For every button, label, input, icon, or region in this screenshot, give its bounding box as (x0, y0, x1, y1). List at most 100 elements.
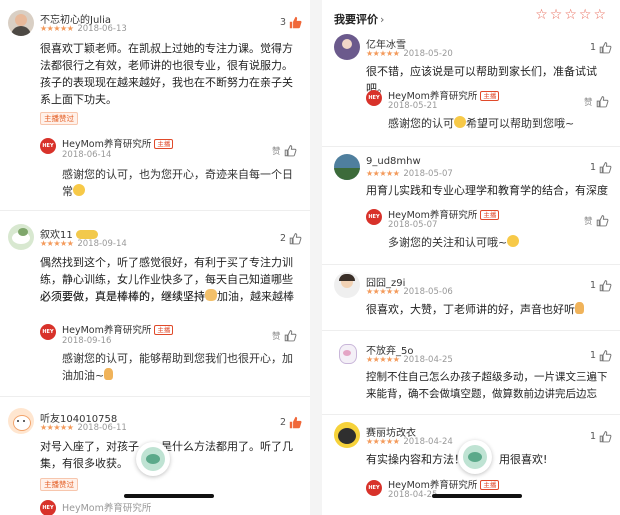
heymom-logo: HEY (40, 500, 56, 515)
reply-like-button[interactable]: 赞 (272, 329, 297, 342)
thumb-emoji-icon (104, 368, 114, 380)
comment-body-tail: 必须要做，真是棒棒的，继续坚持 加油，越来越棒 (40, 288, 310, 305)
reply-date: 2018-04-25 (388, 490, 438, 500)
thumbs-up-icon (599, 431, 612, 443)
like-button[interactable]: 1 (590, 161, 612, 174)
comment-meta: ★★★★★ 2018-05-07 (366, 169, 453, 179)
reply-like-button[interactable]: 赞 (584, 214, 609, 227)
write-review-link[interactable]: 我要评价 › (334, 11, 384, 27)
comment-line: 用很喜欢! (499, 453, 548, 466)
reply-body: 多谢您的关注和认可哦~ (388, 234, 616, 251)
divider (322, 264, 620, 265)
comment-body: 很喜欢丁颖老师。在凯叔上过她的专注力课。觉得方 法都很行之有效，老师讲的也很专业… (40, 40, 310, 108)
comment-meta: ★★★★★ 2018-04-24 (366, 437, 453, 447)
right-review-panel: 我要评价 › ☆☆☆☆☆ 亿年冰雪 ★★★★★ 2018-05-20 1 很不错，应… (322, 0, 620, 515)
reply-author[interactable]: HeyMom养育研究所 主播 (388, 207, 500, 221)
vip-badge-icon (75, 230, 98, 239)
comment-line: 控制不住自己怎么办孩子超级多动，一片课文三遍下 (366, 371, 608, 383)
reply-author-name: HeyMom养育研究所 (62, 325, 152, 336)
reply-body: 感谢您的认可，能够帮助到您我们也很开心，加 油加油~ (62, 350, 310, 384)
like-button[interactable]: 1 (590, 430, 612, 443)
thumbs-up-icon (284, 145, 296, 157)
thumbs-up-icon (289, 416, 302, 429)
user-avatar[interactable] (8, 224, 34, 250)
thumbs-up-icon (284, 330, 296, 342)
thumbs-up-icon (289, 16, 302, 29)
user-avatar[interactable] (334, 272, 360, 298)
reply-line: 感谢您的认可 (388, 117, 454, 130)
comment-meta: ★★★★★ 2018-04-25 (366, 355, 453, 365)
comment-line: 练，静心训练，女儿作业快多了，每天自己知道哪些 (40, 273, 293, 286)
reply-author[interactable]: HeyMom养育研究所 (62, 500, 151, 514)
like-count: 1 (589, 42, 596, 53)
like-label: 赞 (272, 146, 281, 157)
thumbs-up-icon (599, 280, 612, 292)
reply-like-button[interactable]: 赞 (584, 95, 609, 108)
reply-date: 2018-05-07 (388, 220, 438, 230)
comment-date: 2018-06-13 (77, 24, 127, 34)
comment-line: 很喜欢，大赞，丁老师讲的好，声音也好听 (366, 303, 575, 316)
like-button[interactable]: 1 (590, 279, 612, 292)
reply-line: 多谢您的关注和认可哦~ (388, 236, 508, 249)
official-badge: 主播 (154, 139, 174, 149)
home-indicator (124, 494, 214, 498)
heymom-logo: HEY (40, 138, 56, 154)
user-avatar[interactable] (8, 408, 34, 434)
thumbs-up-icon (599, 350, 612, 362)
comment-line: 很喜欢丁颖老师。在凯叔上过她的专注力课。觉得方 (40, 42, 293, 55)
comment-body: 控制不住自己怎么办孩子超级多动，一片课文三遍下 来能背，确不会做填空题，做算数前… (366, 369, 620, 403)
comment-line: 对号入座了，对孩子 (40, 440, 139, 453)
floating-player-button[interactable] (458, 440, 492, 474)
comment-body: 对号入座了，对孩子 是什么方法都用了。听了几 集，有很多收获。 (40, 438, 310, 472)
star-icon: ★★★★★ (366, 437, 400, 446)
like-count: 1 (589, 350, 596, 361)
comment-line: 必须要做，真是棒棒的，继续坚持 (40, 290, 205, 303)
thumb-emoji-icon (575, 302, 584, 314)
comment-line: 加油，越来越棒 (217, 290, 294, 303)
clap-emoji-icon (205, 289, 217, 301)
floating-player-button[interactable] (136, 442, 170, 476)
comment-line: 有实操内容和方法！ (366, 453, 465, 466)
reply-body: 感谢您的认可 希望可以帮助到您哦~ (388, 115, 616, 132)
comment-line: 孩子的表现现在越来越好，我也在不断努力在亲子关 (40, 76, 293, 89)
thumbs-up-icon (596, 96, 608, 108)
star-icon: ★★★★★ (40, 239, 74, 248)
comment-meta: ★★★★★ 2018-06-13 (40, 24, 127, 34)
heymom-logo: HEY (366, 90, 382, 106)
reply-author[interactable]: HeyMom养育研究所 主播 (388, 88, 500, 102)
comment-meta: ★★★★★ 2018-05-06 (366, 287, 453, 297)
comment-meta: ★★★★★ 2018-05-20 (366, 49, 453, 59)
like-count: 2 (279, 417, 286, 428)
left-review-panel: 不忘初心的Julia ★★★★★ 2018-06-13 3 很喜欢丁颖老师。在凯叔… (0, 0, 310, 515)
host-liked-badge: 主播赞过 (40, 112, 78, 125)
thumbs-up-icon (599, 162, 612, 174)
comment-line: 来能背，确不会做填空题，做算数前边讲完后边忘 (366, 388, 597, 400)
reply-date: 2018-06-14 (62, 150, 112, 160)
like-label: 赞 (272, 331, 281, 342)
comment-username[interactable]: 9_ud8mhw (366, 156, 421, 167)
reply-author[interactable]: HeyMom养育研究所 主播 (388, 477, 500, 491)
star-icon: ★★★★★ (40, 423, 74, 432)
reply-author[interactable]: HeyMom养育研究所 主播 (62, 136, 174, 150)
smile-emoji-icon (507, 235, 520, 247)
like-button[interactable]: 1 (590, 349, 612, 362)
like-button[interactable]: 2 (280, 232, 302, 245)
comment-date: 2018-05-07 (403, 169, 453, 179)
rating-star-input[interactable]: ☆☆☆☆☆ (535, 7, 608, 23)
like-button[interactable]: 1 (590, 41, 612, 54)
user-avatar[interactable] (334, 34, 360, 60)
comment-line: 法都很行之有效，老师讲的也很专业，很有说服力。 (40, 59, 293, 72)
like-count: 1 (589, 431, 596, 442)
user-avatar[interactable] (334, 422, 360, 448)
like-button[interactable]: 3 (280, 16, 302, 29)
user-avatar[interactable] (334, 340, 360, 366)
thumbs-up-icon (596, 215, 608, 227)
like-button[interactable]: 2 (280, 416, 302, 429)
reply-like-button[interactable]: 赞 (272, 144, 297, 157)
star-icon: ★★★★★ (366, 169, 400, 178)
comment-line: 是什么方法都用了。听了几 (161, 440, 293, 453)
user-avatar[interactable] (8, 10, 34, 36)
reply-author[interactable]: HeyMom养育研究所 主播 (62, 322, 174, 336)
user-avatar[interactable] (334, 154, 360, 180)
comment-body: 很喜欢，大赞，丁老师讲的好，声音也好听 (366, 301, 616, 318)
